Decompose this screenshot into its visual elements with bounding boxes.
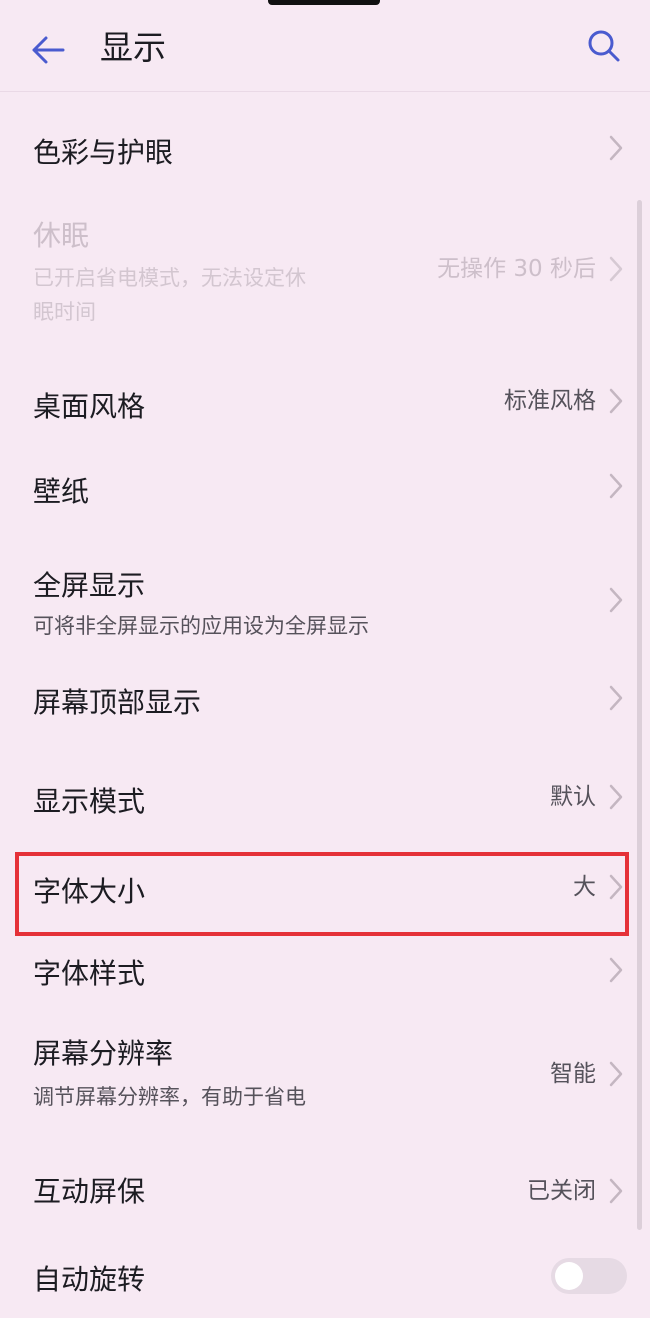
setting-color-eye-comfort[interactable]: 色彩与护眼 [0, 110, 650, 194]
setting-description: 可将非全屏显示的应用设为全屏显示 [33, 614, 369, 638]
chevron-right-icon [609, 784, 623, 810]
setting-label: 互动屏保 [33, 1175, 146, 1208]
setting-value: 默认 [550, 784, 596, 810]
setting-value: 智能 [550, 1061, 596, 1087]
chevron-right-icon [609, 1178, 623, 1204]
app-header: 显示 [0, 0, 650, 92]
back-button[interactable] [26, 28, 70, 72]
setting-value: 无操作 30 秒后 [437, 256, 596, 282]
setting-sleep[interactable]: 休眠 已开启省电模式，无法设定休 眠时间 无操作 30 秒后 [0, 206, 650, 346]
auto-rotate-toggle[interactable] [551, 1258, 627, 1294]
setting-label: 屏幕顶部显示 [33, 686, 202, 719]
search-icon [588, 30, 620, 62]
chevron-right-icon [609, 874, 623, 900]
chevron-right-icon [609, 957, 623, 983]
setting-display-mode[interactable]: 显示模式 默认 [0, 760, 650, 840]
scrollbar[interactable] [637, 200, 642, 1230]
setting-screen-resolution[interactable]: 屏幕分辨率 调节屏幕分辨率，有助于省电 智能 [0, 1026, 650, 1126]
setting-value: 大 [573, 874, 596, 900]
setting-interactive-screensaver[interactable]: 互动屏保 已关闭 [0, 1152, 650, 1232]
setting-label: 显示模式 [33, 785, 146, 818]
setting-value: 已关闭 [527, 1178, 596, 1204]
chevron-right-icon [609, 587, 623, 613]
search-button[interactable] [580, 24, 628, 68]
setting-label: 自动旋转 [33, 1263, 146, 1296]
page-title: 显示 [100, 28, 166, 67]
header-divider [0, 91, 650, 92]
setting-label: 色彩与护眼 [33, 136, 174, 169]
setting-wallpaper[interactable]: 壁纸 [0, 450, 650, 530]
setting-fullscreen-display[interactable]: 全屏显示 可将非全屏显示的应用设为全屏显示 [0, 556, 650, 656]
setting-label: 休眠 [33, 219, 90, 252]
arrow-left-icon [32, 36, 65, 64]
setting-description: 调节屏幕分辨率，有助于省电 [33, 1085, 306, 1109]
setting-label: 字体样式 [33, 957, 146, 990]
chevron-right-icon [609, 1061, 623, 1087]
chevron-right-icon [609, 135, 623, 161]
chevron-right-icon [609, 473, 623, 499]
setting-label: 字体大小 [33, 875, 146, 908]
chevron-right-icon [609, 685, 623, 711]
setting-label: 屏幕分辨率 [33, 1037, 174, 1070]
toggle-knob [555, 1262, 583, 1290]
setting-label: 壁纸 [33, 475, 90, 508]
setting-desktop-style[interactable]: 桌面风格 标准风格 [0, 366, 650, 446]
setting-label: 桌面风格 [33, 390, 146, 423]
setting-value: 标准风格 [504, 388, 596, 414]
setting-label: 全屏显示 [33, 569, 146, 602]
chevron-right-icon [609, 388, 623, 414]
chevron-right-icon [609, 256, 623, 282]
setting-description: 眠时间 [33, 300, 96, 324]
setting-description: 已开启省电模式，无法设定休 [33, 266, 306, 290]
setting-screen-top-display[interactable]: 屏幕顶部显示 [0, 662, 650, 742]
setting-font-size[interactable]: 字体大小 大 [0, 852, 650, 936]
setting-font-style[interactable]: 字体样式 [0, 936, 650, 1016]
